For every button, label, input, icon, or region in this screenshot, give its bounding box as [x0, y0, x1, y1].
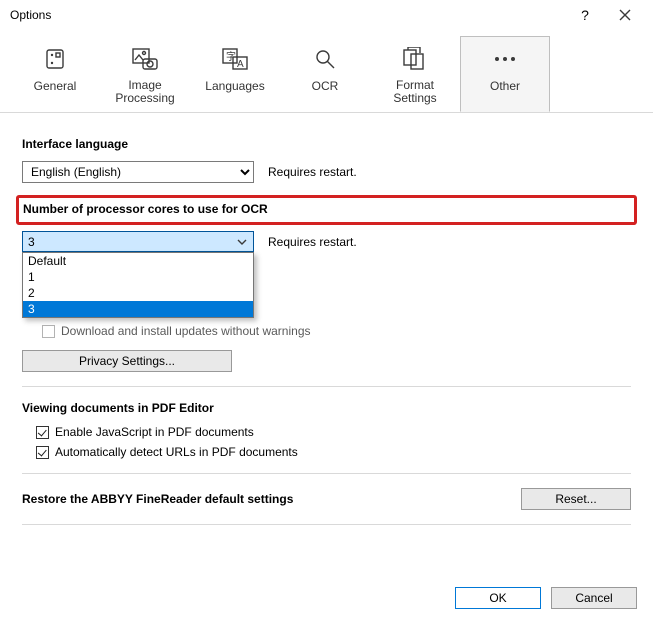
restart-note: Requires restart. [268, 165, 357, 179]
cores-dropdown-list: Default 1 2 3 [22, 252, 254, 318]
privacy-settings-button[interactable]: Privacy Settings... [22, 350, 232, 372]
updates-checkbox[interactable] [42, 325, 55, 338]
restore-title: Restore the ABBYY FineReader default set… [22, 492, 293, 506]
ocr-icon [313, 45, 337, 73]
tab-label: Format Settings [393, 79, 436, 105]
restart-note: Requires restart. [268, 235, 357, 249]
cores-select-display[interactable]: 3 [22, 231, 254, 252]
close-icon [619, 9, 631, 21]
separator [22, 473, 631, 474]
detect-urls-checkbox-row[interactable]: Automatically detect URLs in PDF documen… [36, 445, 631, 459]
interface-language-select[interactable]: English (English) [22, 161, 254, 183]
tab-label: Other [490, 79, 520, 93]
tab-format-settings[interactable]: Format Settings [370, 36, 460, 112]
updates-checkbox-row[interactable]: Download and install updates without war… [22, 324, 631, 338]
enable-js-checkbox[interactable] [36, 426, 49, 439]
tab-label: Image Processing [115, 79, 174, 105]
detect-urls-checkbox[interactable] [36, 446, 49, 459]
cores-highlight: Number of processor cores to use for OCR [16, 195, 637, 225]
detect-urls-label: Automatically detect URLs in PDF documen… [55, 445, 298, 459]
viewing-title: Viewing documents in PDF Editor [22, 401, 631, 415]
languages-icon: 字A [221, 45, 249, 73]
tab-image-processing[interactable]: Image Processing [100, 36, 190, 112]
cores-select[interactable]: 3 Default 1 2 3 [22, 231, 254, 252]
ok-button[interactable]: OK [455, 587, 541, 609]
cores-option[interactable]: 2 [23, 285, 253, 301]
interface-language-title: Interface language [22, 137, 631, 151]
reset-button[interactable]: Reset... [521, 488, 631, 510]
tab-content: Interface language English (English) Req… [0, 113, 653, 525]
format-settings-icon [402, 45, 428, 73]
window-title: Options [10, 8, 565, 22]
tab-label: General [34, 79, 77, 93]
cores-option[interactable]: 3 [23, 301, 253, 317]
tab-label: Languages [205, 79, 264, 93]
tab-general[interactable]: General [10, 36, 100, 112]
separator [22, 386, 631, 387]
separator [22, 524, 631, 525]
tab-ocr[interactable]: OCR [280, 36, 370, 112]
tab-label: OCR [312, 79, 339, 93]
cancel-button[interactable]: Cancel [551, 587, 637, 609]
cores-selected-value: 3 [28, 235, 35, 249]
chevron-down-icon [234, 235, 249, 249]
tab-other[interactable]: Other [460, 36, 550, 112]
dialog-footer: OK Cancel [455, 587, 637, 609]
updates-checkbox-label: Download and install updates without war… [61, 324, 311, 338]
help-button[interactable]: ? [565, 1, 605, 29]
cores-title: Number of processor cores to use for OCR [23, 202, 628, 216]
enable-js-checkbox-row[interactable]: Enable JavaScript in PDF documents [36, 425, 631, 439]
other-icon [492, 45, 518, 73]
titlebar: Options ? [0, 0, 653, 30]
general-icon [43, 45, 67, 73]
tab-languages[interactable]: 字A Languages [190, 36, 280, 112]
tab-strip: General Image Processing 字A Languages OC… [0, 30, 653, 113]
cores-option[interactable]: 1 [23, 269, 253, 285]
enable-js-label: Enable JavaScript in PDF documents [55, 425, 254, 439]
image-processing-icon [131, 45, 159, 73]
svg-text:A: A [237, 59, 244, 70]
cores-option[interactable]: Default [23, 253, 253, 269]
close-button[interactable] [605, 1, 645, 29]
